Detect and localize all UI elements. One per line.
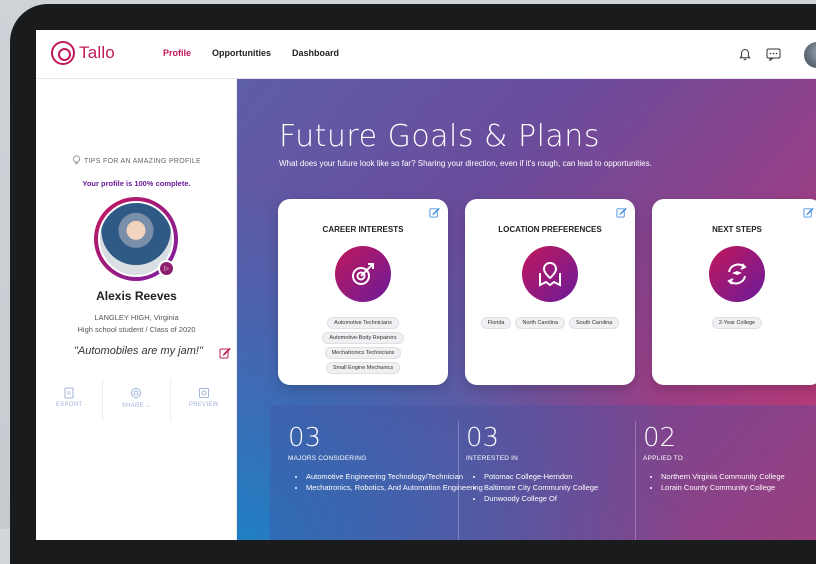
card-title: LOCATION PREFERENCES — [498, 225, 602, 234]
card-title: CAREER INTERESTS — [322, 225, 404, 234]
preview-button[interactable]: PREVIEW — [171, 379, 237, 421]
profile-sidebar: TIPS FOR AN AMAZING PROFILE Your profile… — [36, 79, 237, 540]
stat-number: 03 — [466, 423, 500, 453]
tips-label: TIPS FOR AN AMAZING PROFILE — [83, 157, 201, 165]
map-pin-icon — [522, 246, 578, 302]
tag: Automotive Technicians — [327, 317, 399, 329]
share-icon — [130, 387, 142, 399]
list-item: Lorain County Community College — [661, 482, 813, 493]
app-screen: Tallo Profile Opportunities Dashboard TI… — [36, 30, 816, 540]
stat-label: APPLIED TO — [643, 455, 684, 462]
tag: North Carolina — [515, 317, 565, 329]
school-name: LANGLEY HIGH, Virginia — [94, 313, 179, 322]
export-button[interactable]: EXPORT — [36, 379, 104, 421]
card-title: NEXT STEPS — [712, 225, 762, 234]
device-frame: Tallo Profile Opportunities Dashboard TI… — [0, 0, 816, 564]
list-item: Potomac College-Herndon — [484, 471, 598, 482]
user-avatar[interactable] — [804, 42, 816, 68]
edit-icon[interactable] — [616, 205, 627, 223]
tag: Florida — [480, 317, 512, 329]
profile-actions: EXPORT SHARE ⌄ PREVIEW — [36, 379, 237, 421]
logo-mark-icon — [51, 41, 75, 65]
stat-list: Northern Virginia Community College Lora… — [643, 471, 813, 493]
target-arrow-icon — [335, 246, 391, 302]
nav-dashboard[interactable]: Dashboard — [292, 48, 339, 58]
page-title: Future Goals & Plans — [279, 119, 600, 154]
location-tags: Florida North Carolina South Carolina — [473, 317, 627, 329]
stat-list: Automotive Engineering Technology/Techni… — [288, 471, 483, 493]
nav-profile[interactable]: Profile — [163, 48, 191, 58]
tag: Small Engine Mechanics — [325, 362, 401, 374]
list-item: Northern Virginia Community College — [661, 471, 813, 482]
student-grade: High school student / Class of 2020 — [77, 325, 196, 334]
edit-icon[interactable] — [429, 205, 440, 223]
profile-school: LANGLEY HIGH, Virginia High school stude… — [36, 312, 237, 336]
play-video-icon[interactable]: ▷ — [158, 260, 175, 277]
majors-stat: 03 MAJORS CONSIDERING Automotive Enginee… — [288, 423, 483, 493]
messages-chat-icon[interactable] — [764, 45, 782, 63]
export-label: EXPORT — [55, 402, 83, 408]
brand-name: Tallo — [79, 43, 115, 62]
share-button[interactable]: SHARE ⌄ — [103, 379, 171, 421]
career-tags: Automotive Technicians Automotive-Body R… — [286, 317, 440, 374]
edit-icon[interactable] — [803, 205, 814, 223]
next-steps-card[interactable]: NEXT STEPS 2-Year College — [652, 199, 816, 385]
location-preferences-card[interactable]: LOCATION PREFERENCES Florida North Carol… — [465, 199, 635, 385]
export-icon — [63, 387, 75, 399]
tag: South Carolina — [568, 317, 620, 329]
profile-name: Alexis Reeves — [96, 289, 177, 303]
future-goals-section: Future Goals & Plans What does your futu… — [237, 79, 816, 540]
edit-quote-icon[interactable] — [219, 346, 231, 364]
main-nav: Profile Opportunities Dashboard — [163, 48, 360, 58]
stat-divider — [458, 421, 459, 540]
nav-opportunities[interactable]: Opportunities — [212, 48, 271, 58]
top-navigation-bar: Tallo Profile Opportunities Dashboard — [36, 30, 816, 79]
tag: Mechatronics Technicians — [324, 347, 402, 359]
stats-panel: 03 MAJORS CONSIDERING Automotive Enginee… — [270, 405, 816, 540]
share-label: SHARE ⌄ — [121, 403, 152, 409]
profile-completion: Your profile is 100% complete. — [82, 179, 191, 188]
stat-number: 02 — [643, 423, 677, 453]
profile-quote: "Automobiles are my jam!" — [74, 345, 203, 357]
preview-label: PREVIEW — [188, 402, 219, 408]
next-steps-tags: 2-Year College — [660, 317, 814, 329]
stat-label: MAJORS CONSIDERING — [288, 455, 367, 462]
tag: 2-Year College — [711, 317, 763, 329]
list-item: Automotive Engineering Technology/Techni… — [306, 471, 483, 482]
applied-stat: 02 APPLIED TO Northern Virginia Communit… — [643, 423, 813, 493]
preview-icon — [198, 387, 210, 399]
stat-label: INTERESTED IN — [466, 455, 519, 462]
graduation-cycle-icon — [709, 246, 765, 302]
page-subtitle: What does your future look like so far? … — [279, 159, 652, 168]
lightbulb-icon — [72, 155, 81, 167]
tag: Automotive-Body Repairers — [322, 332, 404, 344]
tips-link[interactable]: TIPS FOR AN AMAZING PROFILE — [36, 155, 237, 167]
list-item: Dunwoody College Of — [484, 493, 598, 504]
career-interests-card[interactable]: CAREER INTERESTS Automotive Technicians … — [278, 199, 448, 385]
list-item: Mechatronics, Robotics, And Automation E… — [306, 482, 483, 493]
interested-stat: 03 INTERESTED IN Potomac College-Herndon… — [466, 423, 598, 504]
stat-divider — [635, 421, 636, 540]
stat-number: 03 — [288, 423, 322, 453]
notifications-bell-icon[interactable] — [736, 45, 754, 63]
tallo-logo[interactable]: Tallo — [51, 41, 115, 65]
stat-list: Potomac College-Herndon Baltimore City C… — [466, 471, 598, 504]
list-item: Baltimore City Community College — [484, 482, 598, 493]
